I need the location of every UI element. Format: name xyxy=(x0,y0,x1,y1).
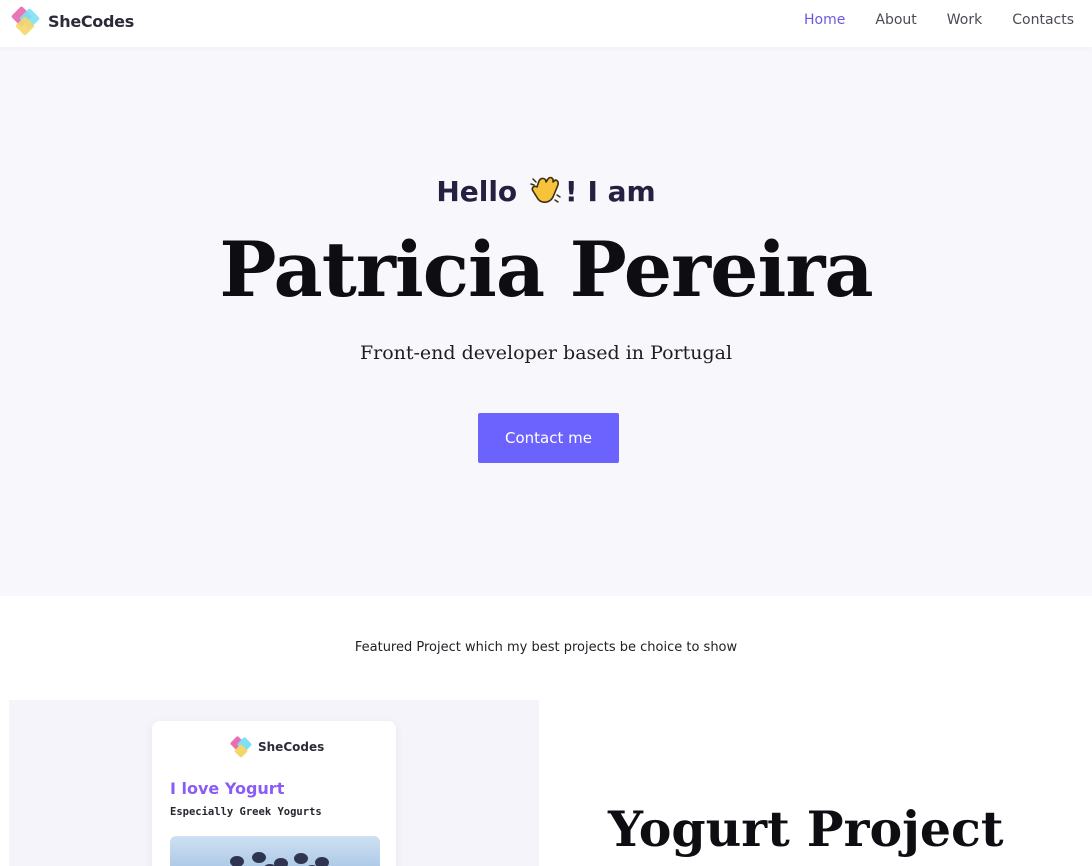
brand-name: SheCodes xyxy=(48,11,134,31)
featured-caption: Featured Project which my best projects … xyxy=(354,640,738,655)
shecodes-logo-icon xyxy=(10,5,42,37)
brand-logo[interactable]: SheCodes xyxy=(10,5,134,37)
hero-name: Patricia Pereira xyxy=(219,225,873,314)
preview-brand: SheCodes xyxy=(229,735,325,759)
greeting-iam: ! I am xyxy=(564,175,656,208)
greeting-hello: Hello xyxy=(436,175,518,208)
preview-subtitle: Especially Greek Yogurts xyxy=(170,806,322,818)
nav-contacts-link[interactable]: Contacts xyxy=(1012,12,1074,28)
project-title: Yogurt Project xyxy=(608,800,1004,858)
yogurt-image xyxy=(170,836,380,866)
shecodes-logo-icon xyxy=(229,735,254,759)
project-preview[interactable]: SheCodes I love Yogurt Especially Greek … xyxy=(9,700,539,866)
nav-work-link[interactable]: Work xyxy=(947,12,982,28)
nav-home-link[interactable]: Home xyxy=(804,12,845,28)
hero-section: Hello ! I am Patricia Pereira Front-end … xyxy=(0,47,1092,596)
main-nav: Home About Work Contacts xyxy=(804,0,1074,40)
preview-brand-name: SheCodes xyxy=(258,740,325,754)
preview-title: I love Yogurt xyxy=(170,779,285,798)
nav-about-link[interactable]: About xyxy=(875,12,916,28)
hero-greeting: Hello ! I am xyxy=(0,175,1092,208)
preview-card: SheCodes I love Yogurt Especially Greek … xyxy=(152,721,396,866)
contact-me-button[interactable]: Contact me xyxy=(478,413,619,463)
waving-hand-icon xyxy=(530,176,561,203)
hero-subtitle: Front-end developer based in Portugal xyxy=(359,342,733,364)
navbar: SheCodes Home About Work Contacts xyxy=(0,0,1092,47)
